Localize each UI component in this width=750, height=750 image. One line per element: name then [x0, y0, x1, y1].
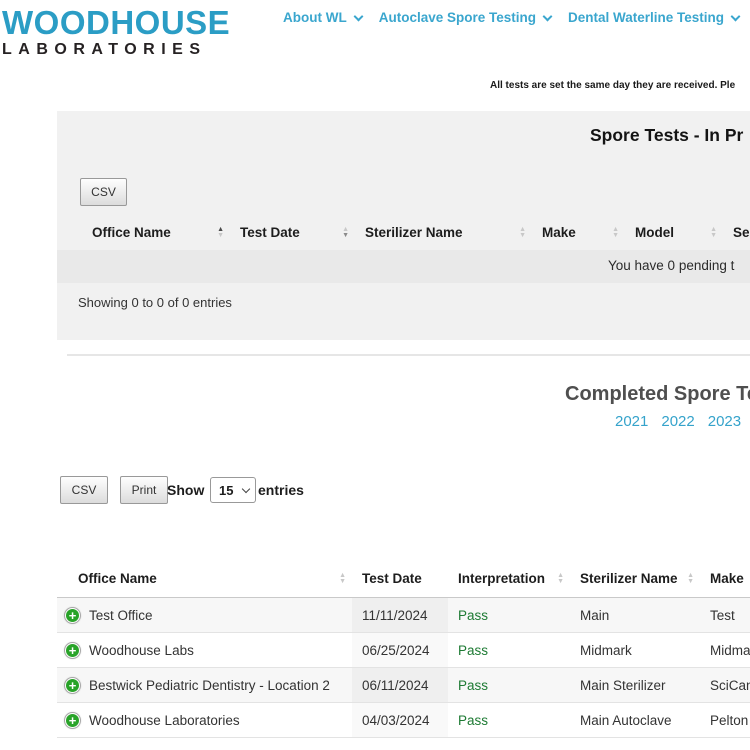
show-label: Show	[167, 482, 204, 498]
nav-item-label: Autoclave Spore Testing	[379, 10, 536, 25]
csv-export-button[interactable]: CSV	[80, 178, 127, 206]
nav-item-dental-waterline-testing[interactable]: Dental Waterline Testing	[568, 10, 739, 25]
empty-state-row: You have 0 pending t	[57, 250, 750, 283]
sort-desc-icon: ▼	[612, 233, 619, 239]
column-header-test-date[interactable]: Test Date ▲▼	[230, 225, 355, 240]
column-header-make[interactable]: Make ▲▼	[532, 225, 625, 240]
table-row[interactable]: + Woodhouse Laboratories 04/03/2024 Pass…	[57, 703, 750, 738]
column-header-interpretation[interactable]: Interpretation ▲▼	[448, 571, 570, 586]
year-link-2021[interactable]: 2021	[615, 413, 648, 430]
sort-icons: ▲▼	[612, 227, 619, 239]
office-name-cell: + Woodhouse Laboratories	[57, 703, 352, 737]
section-divider	[67, 354, 750, 356]
print-button[interactable]: Print	[120, 476, 168, 504]
nav-item-autoclave-spore-testing[interactable]: Autoclave Spore Testing	[379, 10, 551, 25]
page-size-value: 15	[219, 483, 233, 498]
interpretation-cell: Pass	[448, 668, 570, 702]
in-progress-panel: Spore Tests - In Pr CSV Office Name ▲▼ T…	[57, 111, 750, 340]
page-size-select[interactable]: 15	[210, 477, 256, 503]
sterilizer-name-cell: Main Autoclave	[570, 703, 700, 737]
column-header-office-name[interactable]: Office Name ▲▼	[82, 225, 230, 240]
chevron-down-icon	[353, 11, 363, 21]
table-row[interactable]: + Woodhouse Labs 06/25/2024 Pass Midmark…	[57, 633, 750, 668]
nav-item-label: Dental Waterline Testing	[568, 10, 724, 25]
csv-export-button[interactable]: CSV	[60, 476, 108, 504]
nav-item-label: About WL	[283, 10, 347, 25]
office-name-cell: + Woodhouse Labs	[57, 633, 352, 667]
brand-logo[interactable]: WOODHOUSE LABORATORIES	[2, 6, 230, 58]
table-info-summary: Showing 0 to 0 of 0 entries	[78, 295, 232, 310]
year-link-2022[interactable]: 2022	[661, 413, 694, 430]
sort-desc-icon: ▼	[217, 233, 224, 239]
column-header-sterilizer-name[interactable]: Sterilizer Name ▲▼	[355, 225, 532, 240]
column-header-test-date[interactable]: Test Date	[352, 571, 448, 586]
test-date-cell: 06/25/2024	[352, 633, 448, 667]
in-progress-table-header: Office Name ▲▼ Test Date ▲▼ Sterilizer N…	[82, 215, 750, 250]
interpretation-cell: Pass	[448, 633, 570, 667]
entries-label: entries	[258, 482, 304, 498]
sort-icons: ▲▼	[342, 227, 349, 239]
expand-row-icon[interactable]: +	[65, 643, 80, 658]
interpretation-cell: Pass	[448, 703, 570, 737]
brand-name-primary: WOODHOUSE	[2, 6, 230, 39]
make-cell: Test	[700, 598, 750, 632]
sort-icons: ▲▼	[710, 227, 717, 239]
sort-desc-icon: ▼	[519, 233, 526, 239]
column-header-make[interactable]: Make	[700, 571, 750, 586]
table-row[interactable]: + Bestwick Pediatric Dentistry - Locatio…	[57, 668, 750, 703]
completed-title: Completed Spore Te	[565, 383, 750, 406]
test-date-cell: 04/03/2024	[352, 703, 448, 737]
expand-row-icon[interactable]: +	[65, 608, 80, 623]
column-header-sterilizer-name[interactable]: Sterilizer Name ▲▼	[570, 571, 700, 586]
expand-row-icon[interactable]: +	[65, 678, 80, 693]
chevron-down-icon	[731, 11, 741, 21]
chevron-down-icon	[242, 484, 250, 492]
sterilizer-name-cell: Main Sterilizer	[570, 668, 700, 702]
test-date-cell: 11/11/2024	[352, 598, 448, 632]
sort-desc-icon: ▼	[710, 233, 717, 239]
completed-table-header: Office Name ▲▼ Test Date Interpretation …	[57, 560, 750, 598]
sort-desc-icon: ▼	[687, 579, 694, 585]
table-row[interactable]: + Test Office 11/11/2024 Pass Main Test	[57, 598, 750, 633]
notice-text: All tests are set the same day they are …	[490, 80, 735, 91]
column-header-model[interactable]: Model ▲▼	[625, 225, 723, 240]
nav-item-about-wl[interactable]: About WL	[283, 10, 362, 25]
office-name-cell: + Test Office	[57, 598, 352, 632]
year-filter-links: 2021 2022 2023	[615, 413, 741, 430]
sort-desc-icon: ▼	[557, 579, 564, 585]
in-progress-title: Spore Tests - In Pr	[590, 125, 743, 146]
sort-desc-icon: ▼	[342, 233, 349, 239]
column-header-serial[interactable]: Ser	[723, 225, 750, 240]
make-cell: Midma	[700, 633, 750, 667]
make-cell: SciCan	[700, 668, 750, 702]
expand-row-icon[interactable]: +	[65, 713, 80, 728]
office-name-cell: + Bestwick Pediatric Dentistry - Locatio…	[57, 668, 352, 702]
interpretation-cell: Pass	[448, 598, 570, 632]
chevron-down-icon	[543, 11, 553, 21]
sort-icons: ▲▼	[339, 573, 346, 585]
main-nav: About WL Autoclave Spore Testing Dental …	[283, 10, 739, 25]
test-date-cell: 06/11/2024	[352, 668, 448, 702]
year-link-2023[interactable]: 2023	[708, 413, 741, 430]
column-header-office-name[interactable]: Office Name ▲▼	[57, 571, 352, 586]
completed-table: Office Name ▲▼ Test Date Interpretation …	[57, 560, 750, 738]
empty-state-message: You have 0 pending t	[608, 258, 734, 273]
brand-name-secondary: LABORATORIES	[2, 42, 230, 58]
sort-icons: ▲▼	[217, 227, 224, 239]
sort-icons: ▲▼	[687, 573, 694, 585]
sort-icons: ▲▼	[519, 227, 526, 239]
sterilizer-name-cell: Main	[570, 598, 700, 632]
sterilizer-name-cell: Midmark	[570, 633, 700, 667]
make-cell: Pelton	[700, 703, 750, 737]
sort-desc-icon: ▼	[339, 579, 346, 585]
sort-icons: ▲▼	[557, 573, 564, 585]
